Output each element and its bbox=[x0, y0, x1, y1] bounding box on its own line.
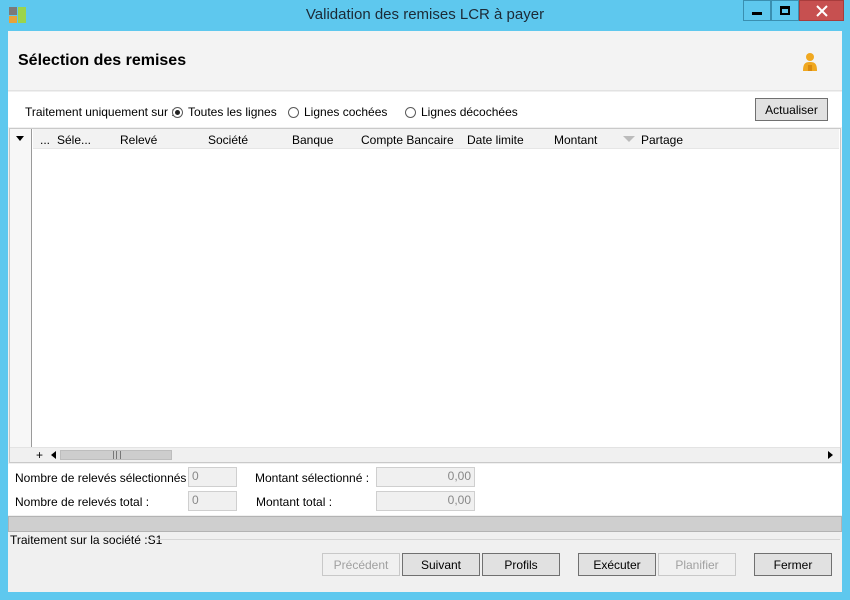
radio-unselected-icon bbox=[405, 106, 416, 118]
radio-unselected-icon bbox=[288, 106, 299, 118]
user-icon bbox=[803, 53, 817, 71]
column-header-date-limite[interactable]: Date limite bbox=[467, 133, 524, 147]
close-button[interactable]: Fermer bbox=[754, 553, 832, 576]
column-header-releve[interactable]: Relevé bbox=[120, 133, 157, 147]
title-bar[interactable]: Validation des remises LCR à payer bbox=[0, 0, 850, 30]
close-icon bbox=[815, 4, 828, 17]
previous-label: Précédent bbox=[333, 557, 389, 572]
selected-count-field: 0 bbox=[188, 467, 237, 487]
grid-row-header bbox=[10, 129, 32, 462]
horizontal-scrollbar-thumb[interactable] bbox=[60, 450, 172, 460]
radio-label: Toutes les lignes bbox=[188, 105, 277, 119]
radio-all-lines[interactable]: Toutes les lignes bbox=[172, 105, 277, 119]
radio-unchecked-lines[interactable]: Lignes décochées bbox=[405, 105, 518, 119]
refresh-label: Actualiser bbox=[765, 102, 818, 117]
previous-button[interactable]: Précédent bbox=[322, 553, 400, 576]
minimize-icon bbox=[752, 12, 762, 15]
column-header-menu[interactable]: ... bbox=[40, 133, 50, 147]
schedule-label: Planifier bbox=[675, 557, 719, 572]
close-window-button[interactable] bbox=[799, 0, 844, 21]
total-count-label: Nombre de relevés total : bbox=[15, 495, 150, 509]
grid-header: ... Séle... Relevé Société Banque Compte… bbox=[33, 129, 839, 149]
scroll-right-icon[interactable] bbox=[828, 451, 833, 459]
execute-button[interactable]: Exécuter bbox=[578, 553, 656, 576]
page-title: Sélection des remises bbox=[18, 52, 187, 69]
summary-panel: Nombre de relevés sélectionnés : 0 Monta… bbox=[8, 464, 842, 515]
column-header-selection[interactable]: Séle... bbox=[57, 133, 91, 147]
column-header-partage[interactable]: Partage bbox=[641, 133, 683, 147]
refresh-button[interactable]: Actualiser bbox=[755, 98, 828, 121]
radio-selected-icon bbox=[172, 106, 183, 118]
grid-footer: + bbox=[10, 447, 840, 462]
column-header-compte-bancaire[interactable]: Compte Bancaire bbox=[361, 133, 454, 147]
radio-label: Lignes décochées bbox=[421, 105, 518, 119]
total-count-field: 0 bbox=[188, 491, 237, 511]
total-amount-label: Montant total : bbox=[256, 495, 333, 509]
selected-count-label: Nombre de relevés sélectionnés : bbox=[15, 471, 194, 485]
execute-label: Exécuter bbox=[593, 557, 641, 572]
column-header-montant[interactable]: Montant bbox=[554, 133, 597, 147]
selected-amount-label: Montant sélectionné : bbox=[255, 471, 370, 485]
close-label: Fermer bbox=[773, 557, 813, 572]
schedule-button[interactable]: Planifier bbox=[658, 553, 736, 576]
next-button[interactable]: Suivant bbox=[402, 553, 480, 576]
window-title: Validation des remises LCR à payer bbox=[305, 6, 545, 23]
maximize-button[interactable] bbox=[771, 0, 799, 21]
maximize-icon bbox=[780, 6, 790, 15]
minimize-button[interactable] bbox=[743, 0, 771, 21]
radio-checked-lines[interactable]: Lignes cochées bbox=[288, 105, 387, 119]
selected-amount-field: 0,00 bbox=[376, 467, 475, 487]
column-chooser-dropdown-icon[interactable] bbox=[16, 136, 24, 141]
filter-label: Traitement uniquement sur : bbox=[25, 105, 175, 119]
status-text: Traitement sur la société :S1 bbox=[10, 533, 163, 547]
filter-bar: Traitement uniquement sur : Toutes les l… bbox=[8, 92, 842, 127]
profiles-label: Profils bbox=[504, 557, 538, 572]
status-divider bbox=[151, 539, 840, 540]
add-row-icon[interactable]: + bbox=[36, 448, 43, 462]
application-window: Validation des remises LCR à payer Sélec… bbox=[0, 0, 850, 600]
profiles-button[interactable]: Profils bbox=[482, 553, 560, 576]
column-header-societe[interactable]: Société bbox=[208, 133, 248, 147]
progress-bar bbox=[8, 516, 842, 532]
next-label: Suivant bbox=[420, 557, 462, 572]
client-area: Sélection des remises Traitement uniquem… bbox=[8, 31, 842, 592]
column-header-banque[interactable]: Banque bbox=[292, 133, 333, 147]
sort-indicator-icon bbox=[623, 136, 635, 142]
scrollbar-grip-icon bbox=[113, 451, 121, 459]
radio-label: Lignes cochées bbox=[304, 105, 388, 119]
scroll-left-icon[interactable] bbox=[51, 451, 56, 459]
total-amount-field: 0,00 bbox=[376, 491, 475, 511]
page-header: Sélection des remises bbox=[8, 31, 842, 91]
remittance-grid[interactable]: ... Séle... Relevé Société Banque Compte… bbox=[9, 128, 841, 463]
